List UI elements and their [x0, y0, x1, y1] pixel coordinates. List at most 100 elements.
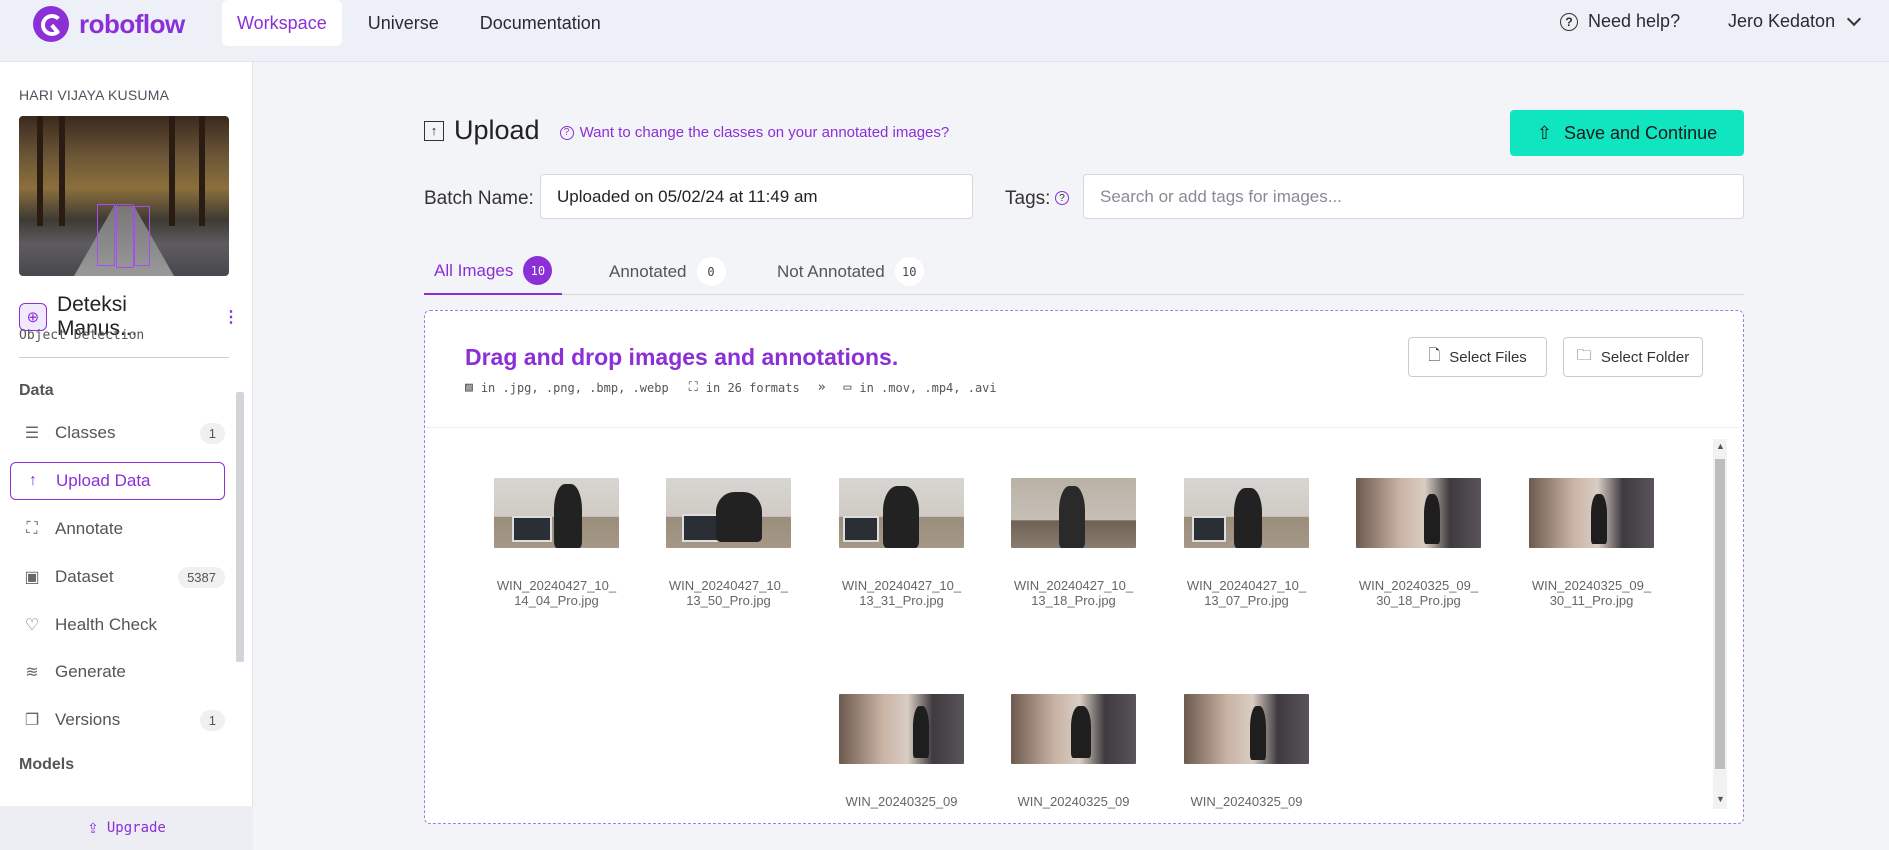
image-filename: WIN_20240427_10_13_31_Pro.jpg — [841, 578, 962, 608]
change-classes-label: Want to change the classes on your annot… — [579, 124, 950, 141]
sidebar-item-health-check[interactable]: ♡ Health Check — [10, 606, 225, 644]
sidebar-item-label: Dataset — [55, 567, 114, 586]
bounding-box-icon: ⛶ — [688, 380, 698, 395]
sidebar-item-label: Classes — [55, 423, 116, 442]
nav-universe[interactable]: Universe — [353, 0, 454, 46]
image-tile[interactable]: WIN_20240325_09 — [839, 694, 964, 809]
tags-label: Tags: — [1005, 188, 1051, 209]
change-classes-link[interactable]: ? Want to change the classes on your ann… — [559, 124, 950, 141]
scroll-up-arrow-icon[interactable]: ▲ — [1716, 441, 1725, 451]
dropzone-separator — [425, 427, 1743, 428]
need-help-label: Need help? — [1588, 11, 1681, 31]
sidebar-item-annotate[interactable]: ⛶ Annotate — [10, 510, 225, 548]
upgrade-button[interactable]: ⇪ Upgrade — [0, 806, 253, 850]
brand-name: roboflow — [79, 8, 185, 39]
select-files-button[interactable]: 🗋 Select Files — [1408, 337, 1547, 377]
upload-icon: ↑ — [424, 120, 444, 141]
tab-not-annotated[interactable]: Not Annotated 10 — [777, 248, 924, 295]
roboflow-logo-icon — [33, 6, 69, 42]
annotate-icon: ⛶ — [26, 520, 38, 537]
thumbnail-person — [883, 486, 919, 548]
image-thumbnail — [1356, 478, 1481, 548]
top-navbar: roboflow Workspace Universe Documentatio… — [0, 0, 1889, 62]
tab-label: Not Annotated — [777, 261, 885, 281]
select-folder-label: Select Folder — [1600, 348, 1690, 366]
user-menu[interactable]: Jero Kedaton — [1728, 11, 1862, 32]
thumbnail-monitor — [843, 516, 879, 542]
batch-name-input[interactable] — [540, 174, 973, 219]
tags-help-icon[interactable]: ? — [1055, 191, 1069, 205]
image-thumbnail — [1184, 694, 1309, 764]
image-formats: in .jpg, .png, .bmp, .webp — [480, 380, 669, 395]
thumbnail-monitor — [1192, 516, 1226, 542]
upgrade-label: Upgrade — [106, 820, 166, 836]
supported-formats: ▨ in .jpg, .png, .bmp, .webp ⛶ in 26 for… — [465, 380, 997, 395]
save-and-continue-button[interactable]: ⇧ Save and Continue — [1510, 110, 1744, 156]
image-tile[interactable]: WIN_20240427_10_13_31_Pro.jpg — [839, 478, 964, 608]
tab-label: All Images — [434, 260, 514, 280]
upload-dropzone[interactable]: Drag and drop images and annotations. ▨ … — [424, 310, 1744, 824]
sidebar-item-label: Generate — [55, 662, 126, 681]
tab-all-images[interactable]: All Images 10 — [424, 248, 563, 295]
scrollbar-thumb[interactable] — [1715, 459, 1725, 769]
folder-icon: 🗀 — [1576, 346, 1592, 364]
image-tile[interactable]: WIN_20240427_10_14_04_Pro.jpg — [494, 478, 619, 608]
thumbnail-person — [554, 484, 582, 548]
dataset-count: 5387 — [178, 566, 225, 588]
thumbnail-tree — [59, 116, 65, 226]
tags-input[interactable] — [1083, 174, 1744, 219]
need-help-button[interactable]: ? Need help? — [1560, 11, 1680, 32]
sidebar-item-label: Health Check — [55, 615, 158, 634]
video-icon: ▭ — [843, 380, 852, 395]
image-filename: WIN_20240325_09 — [1190, 794, 1303, 809]
thumbnail-person — [716, 492, 762, 542]
upgrade-icon: ⇪ — [87, 819, 99, 836]
thumbnail-person — [913, 706, 929, 758]
image-tile[interactable]: WIN_20240325_09_30_18_Pro.jpg — [1356, 478, 1481, 608]
sidebar-item-classes[interactable]: ☰ Classes 1 — [10, 414, 225, 452]
scroll-down-arrow-icon[interactable]: ▼ — [1716, 794, 1725, 804]
batch-name-label: Batch Name: — [424, 188, 534, 209]
image-filename: WIN_20240325_09_30_11_Pro.jpg — [1531, 578, 1652, 608]
select-folder-button[interactable]: 🗀 Select Folder — [1563, 337, 1703, 377]
sidebar-item-upload-data[interactable]: ↑ Upload Data — [10, 462, 225, 500]
image-thumbnail — [1184, 478, 1309, 548]
sidebar-item-generate[interactable]: ≋ Generate — [10, 653, 225, 691]
image-tile[interactable]: WIN_20240427_10_13_50_Pro.jpg — [666, 478, 791, 608]
roboflow-logo[interactable]: roboflow — [33, 6, 185, 42]
versions-count: 1 — [199, 709, 225, 731]
tab-count: 10 — [894, 257, 924, 286]
thumbnail-tree — [169, 116, 175, 226]
sidebar-item-label: Versions — [55, 710, 121, 729]
image-filename: WIN_20240325_09 — [1017, 794, 1130, 809]
arrow-up-icon: ↑ — [29, 472, 37, 489]
list-icon: ☰ — [24, 425, 40, 442]
nav-documentation[interactable]: Documentation — [465, 0, 616, 46]
kebab-menu-icon[interactable]: ⋮ — [223, 307, 239, 327]
double-chevron-icon[interactable]: » — [818, 380, 826, 395]
dropzone-scrollbar[interactable]: ▲ ▼ — [1713, 439, 1727, 809]
image-tile[interactable]: WIN_20240427_10_13_18_Pro.jpg — [1011, 478, 1136, 608]
tab-annotated[interactable]: Annotated 0 — [609, 248, 726, 295]
video-formats: in .mov, .mp4, .avi — [859, 380, 997, 395]
nav-workspace[interactable]: Workspace — [222, 0, 342, 46]
sidebar-item-versions[interactable]: ❐ Versions 1 — [10, 701, 225, 739]
user-name: Jero Kedaton — [1728, 11, 1836, 31]
image-thumbnail — [1011, 694, 1136, 764]
image-tile[interactable]: WIN_20240427_10_13_07_Pro.jpg — [1184, 478, 1309, 608]
workspace-name: HARI VIJAYA KUSUMA — [19, 87, 170, 103]
annotation-box — [134, 206, 150, 266]
select-files-label: Select Files — [1449, 348, 1527, 366]
image-tile[interactable]: WIN_20240325_09 — [1184, 694, 1309, 809]
thumbnail-tree — [37, 116, 43, 226]
section-data: Data — [19, 382, 54, 399]
sidebar-item-dataset[interactable]: ▣ Dataset 5387 — [10, 558, 225, 596]
project-thumbnail[interactable] — [19, 116, 229, 276]
sidebar-scrollbar[interactable] — [236, 392, 244, 662]
image-filename: WIN_20240427_10_13_07_Pro.jpg — [1186, 578, 1307, 608]
image-tile[interactable]: WIN_20240325_09 — [1011, 694, 1136, 809]
image-thumbnail — [494, 478, 619, 548]
image-filename: WIN_20240325_09_30_18_Pro.jpg — [1358, 578, 1479, 608]
images-icon: ▣ — [24, 569, 40, 586]
image-tile[interactable]: WIN_20240325_09_30_11_Pro.jpg — [1529, 478, 1654, 608]
